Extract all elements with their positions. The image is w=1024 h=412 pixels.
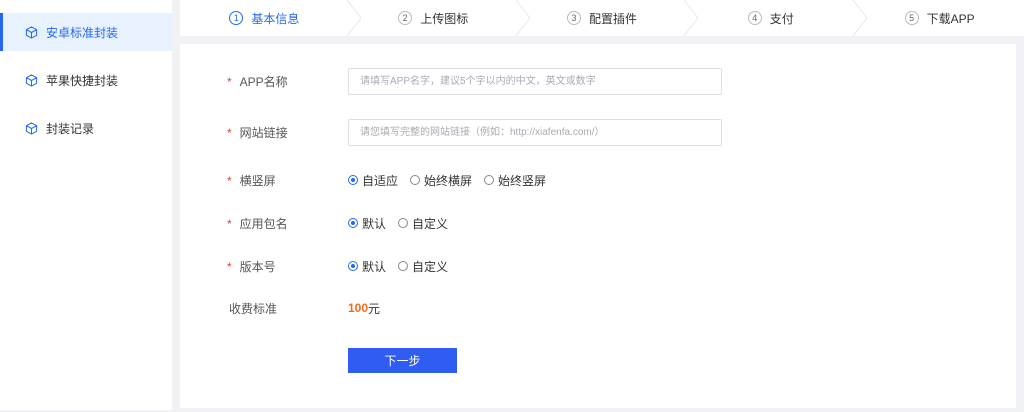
radio-dot-icon: [484, 175, 495, 185]
radio-dot-icon: [348, 218, 358, 228]
step-separator: [515, 0, 530, 36]
step-number: 1: [229, 11, 244, 25]
version-radio-group: 默认 自定义: [348, 258, 460, 275]
form-row-orientation: * 横竖屏 自适应 始终横屏 始终竖屏: [180, 172, 1016, 188]
step-separator: [684, 0, 699, 36]
version-default-radio[interactable]: 默认: [348, 258, 386, 275]
fee-value: 100 元: [348, 300, 380, 317]
app-name-label: * APP名称: [227, 75, 288, 89]
sidebar-item-label: 苹果快捷封装: [46, 73, 119, 88]
form-row-package-name: * 应用包名 默认 自定义: [180, 215, 1016, 231]
required-mark: *: [227, 259, 232, 274]
cube-icon: [25, 73, 38, 87]
sidebar-item-android-package[interactable]: 安卓标准封装: [0, 13, 172, 51]
step-label: 基本信息: [251, 11, 300, 26]
orientation-adaptive-radio[interactable]: 自适应: [348, 172, 398, 189]
step-configure-plugins[interactable]: 3 配置插件: [517, 0, 699, 36]
radio-dot-icon: [410, 175, 421, 185]
site-url-input[interactable]: [348, 119, 722, 146]
orientation-landscape-radio[interactable]: 始终横屏: [410, 172, 472, 189]
form-panel: *APP名称 *网站链接 *横竖屏 自适应 始终横屏 始终竖屏 *应用包名 默认…: [180, 44, 1016, 408]
step-download-app[interactable]: 5 下载APP: [855, 0, 1024, 36]
step-label: 支付: [769, 11, 794, 26]
step-upload-icon[interactable]: 2 上传图标: [348, 0, 530, 36]
required-mark: *: [227, 126, 232, 140]
site-url-label: * 网站链接: [227, 126, 288, 140]
app-name-input[interactable]: [348, 68, 722, 95]
next-step-button[interactable]: 下一步: [348, 348, 457, 373]
fee-amount: 100: [348, 301, 369, 315]
step-separator: [346, 0, 361, 36]
sidebar-item-label: 封装记录: [46, 121, 95, 136]
step-label: 配置插件: [588, 11, 637, 26]
radio-dot-icon: [348, 175, 358, 185]
version-custom-radio[interactable]: 自定义: [398, 258, 448, 275]
orientation-portrait-radio[interactable]: 始终竖屏: [484, 172, 546, 189]
sidebar: 安卓标准封装 苹果快捷封装 封装记录: [0, 0, 172, 410]
required-mark: *: [227, 173, 232, 188]
orientation-label: * 横竖屏: [227, 173, 276, 188]
radio-dot-icon: [348, 261, 358, 271]
required-mark: *: [227, 75, 232, 89]
fee-label: 收费标准: [229, 301, 278, 316]
form-row-site-url: * 网站链接: [180, 119, 1016, 146]
package-name-radio-group: 默认 自定义: [348, 215, 460, 232]
step-basic-info[interactable]: 1 基本信息: [180, 0, 361, 36]
required-mark: *: [227, 216, 232, 231]
step-payment[interactable]: 4 支付: [686, 0, 868, 36]
package-name-default-radio[interactable]: 默认: [348, 215, 386, 232]
form-row-app-name: * APP名称: [180, 68, 1016, 95]
cube-icon: [25, 25, 38, 39]
step-number: 4: [747, 11, 762, 25]
step-progress-bar: 1 基本信息 2 上传图标 3 配置插件 4 支付 5 下载APP: [180, 0, 1024, 36]
cube-icon: [25, 121, 38, 135]
step-number: 3: [566, 11, 581, 25]
orientation-radio-group: 自适应 始终横屏 始终竖屏: [348, 172, 558, 189]
step-separator: [853, 0, 868, 36]
sidebar-item-label: 安卓标准封装: [46, 25, 119, 40]
sidebar-item-ios-package[interactable]: 苹果快捷封装: [0, 61, 172, 99]
form-row-version: * 版本号 默认 自定义: [180, 258, 1016, 274]
step-number: 2: [398, 11, 413, 25]
radio-dot-icon: [398, 218, 409, 228]
form-row-fee: 收费标准 100 元: [180, 300, 1016, 316]
version-label: * 版本号: [227, 259, 276, 274]
step-number: 5: [904, 11, 919, 25]
fee-unit: 元: [368, 301, 381, 316]
radio-dot-icon: [398, 261, 409, 271]
package-name-custom-radio[interactable]: 自定义: [398, 215, 448, 232]
package-name-label: * 应用包名: [227, 216, 288, 231]
step-label: 上传图标: [420, 11, 469, 26]
sidebar-item-package-records[interactable]: 封装记录: [0, 109, 172, 147]
step-label: 下载APP: [926, 11, 975, 26]
